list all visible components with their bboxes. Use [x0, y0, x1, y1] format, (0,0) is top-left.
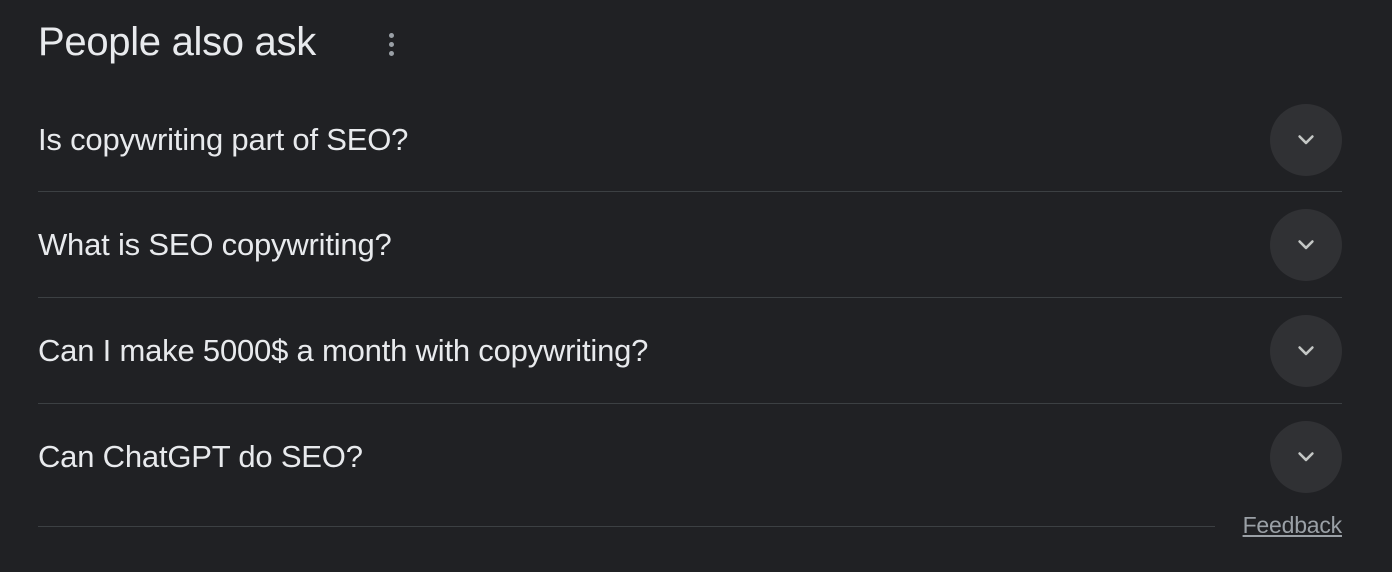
panel-footer: Feedback — [38, 510, 1342, 540]
question-text: Can I make 5000$ a month with copywritin… — [38, 332, 649, 368]
panel-title: People also ask — [38, 20, 316, 64]
question-row[interactable]: Can I make 5000$ a month with copywritin… — [38, 298, 1342, 404]
question-text: What is SEO copywriting? — [38, 226, 392, 262]
chevron-down-icon — [1298, 134, 1314, 144]
people-also-ask-panel: People also ask Is copywriting part of S… — [38, 0, 1342, 510]
footer-divider — [38, 525, 1215, 527]
expand-button[interactable] — [1270, 421, 1342, 493]
question-row[interactable]: Is copywriting part of SEO? — [38, 88, 1342, 192]
question-row[interactable]: Can ChatGPT do SEO? — [38, 404, 1342, 510]
more-options-button[interactable] — [376, 24, 406, 64]
more-vert-icon-dot — [388, 41, 394, 47]
feedback-link[interactable]: Feedback — [1243, 512, 1343, 539]
question-row[interactable]: What is SEO copywriting? — [38, 192, 1342, 298]
question-text: Can ChatGPT do SEO? — [38, 439, 363, 474]
expand-button[interactable] — [1270, 103, 1342, 176]
chevron-down-icon — [1298, 345, 1314, 355]
question-text: Is copywriting part of SEO? — [38, 121, 409, 157]
chevron-down-icon — [1298, 452, 1314, 462]
panel-header: People also ask — [38, 0, 1342, 88]
more-vert-icon-dot — [388, 50, 394, 56]
expand-button[interactable] — [1270, 314, 1342, 387]
more-vert-icon — [388, 32, 394, 38]
expand-button[interactable] — [1270, 208, 1342, 281]
chevron-down-icon — [1298, 239, 1314, 249]
